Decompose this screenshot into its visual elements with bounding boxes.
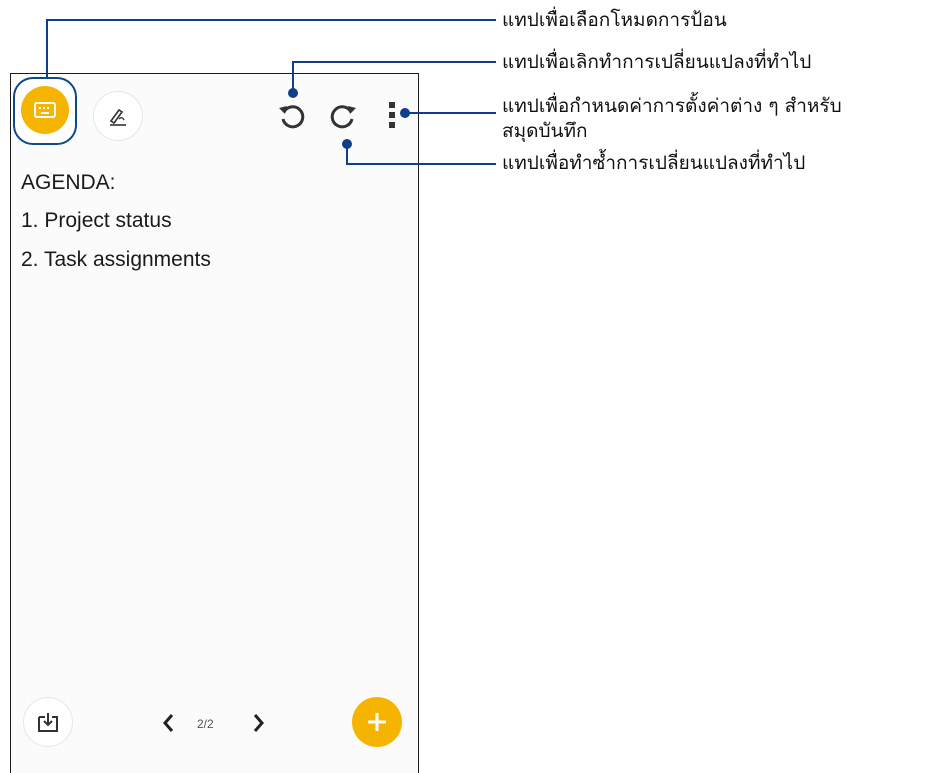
callout-label-input-mode: แทปเพื่อเลือกโหมดการป้อน [502, 9, 727, 31]
note-line-heading[interactable]: AGENDA: [21, 171, 116, 195]
callout-label-settings-line1: แทปเพื่อกำหนดค่าการตั้งค่าต่าง ๆ สำหรับ [502, 95, 842, 117]
note-line-2[interactable]: 2. Task assignments [21, 248, 211, 272]
more-vertical-icon [389, 102, 395, 128]
more-menu-button[interactable] [384, 100, 400, 130]
previous-page-button[interactable] [158, 710, 178, 736]
keyboard-mode-button[interactable] [21, 86, 69, 134]
callout-line-undo-v [292, 61, 294, 91]
callout-line-redo-v [346, 143, 348, 165]
callout-line-input-mode [46, 19, 48, 77]
callout-line-redo-h [346, 163, 496, 165]
keyboard-icon [34, 102, 56, 118]
callout-line-settings-h [405, 112, 496, 114]
note-line-1[interactable]: 1. Project status [21, 209, 172, 233]
callout-line-undo-h [292, 61, 496, 63]
handwriting-mode-button[interactable] [93, 91, 143, 141]
redo-icon [330, 105, 356, 129]
next-page-button[interactable] [249, 710, 269, 736]
callout-label-settings-line2: สมุดบันทึก [502, 120, 588, 142]
callout-line-input-mode-h [46, 19, 496, 21]
undo-icon [279, 105, 305, 129]
redo-button[interactable] [325, 98, 361, 134]
callout-label-redo: แทปเพื่อทำซ้ำการเปลี่ยนแปลงที่ทำไป [502, 152, 806, 174]
undo-button[interactable] [274, 98, 310, 134]
input-mode-highlight [13, 77, 77, 145]
chevron-right-icon [253, 714, 264, 732]
import-page-icon [38, 713, 58, 732]
handwriting-pen-icon [109, 108, 126, 126]
chevron-left-icon [163, 714, 174, 732]
page-indicator: 2/2 [197, 717, 214, 731]
plus-icon [368, 713, 386, 731]
callout-label-undo: แทปเพื่อเลิกทำการเปลี่ยนแปลงที่ทำไป [502, 51, 812, 73]
import-page-button[interactable] [23, 697, 73, 747]
add-page-button[interactable] [352, 697, 402, 747]
